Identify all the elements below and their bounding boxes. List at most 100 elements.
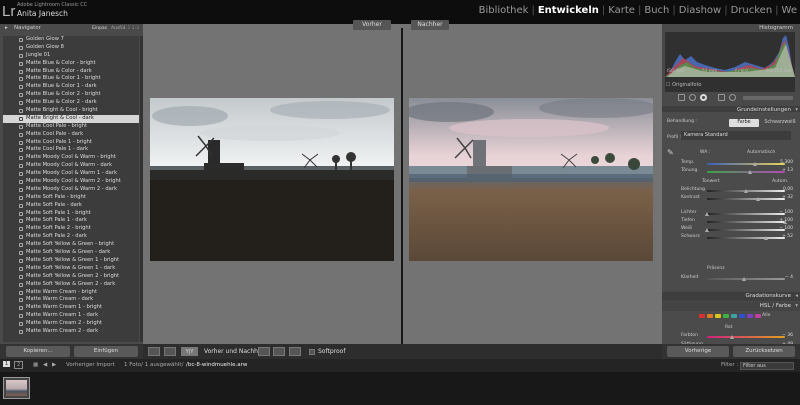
- adjustment-slider[interactable]: [707, 197, 785, 201]
- expand-triangle-icon[interactable]: ◂: [795, 292, 798, 301]
- original-photo-checkbox[interactable]: ☐ Originalfoto: [666, 82, 701, 88]
- color-swatch[interactable]: [699, 314, 705, 318]
- preset-item[interactable]: Matte Soft Pale 2 - bright: [3, 225, 139, 233]
- preset-item[interactable]: Matte Blue & Color 2 - bright: [3, 91, 139, 99]
- adjustment-slider[interactable]: [707, 335, 785, 339]
- preset-item[interactable]: Matte Warm Cream 2 - dark: [3, 328, 139, 336]
- copy-settings-button[interactable]: Kopieren...: [6, 346, 70, 357]
- treatment-color-option[interactable]: Farbe: [729, 119, 759, 127]
- preset-item[interactable]: Matte Soft Pale - dark: [3, 202, 139, 210]
- slider-knob[interactable]: [747, 170, 752, 174]
- tone-curve-header[interactable]: Gradationskurve ◂: [662, 292, 800, 301]
- slider-knob[interactable]: [705, 212, 709, 216]
- preset-item[interactable]: Matte Cool Pale 1 - bright: [3, 139, 139, 147]
- preset-item[interactable]: Matte Moody Cool & Warm 1 - dark: [3, 170, 139, 178]
- red-eye-tool-icon[interactable]: [700, 94, 707, 101]
- slider-value[interactable]: + 100: [779, 218, 793, 223]
- color-swatch[interactable]: [731, 314, 737, 318]
- copy-before-to-after-button[interactable]: [258, 347, 270, 356]
- loupe-view-button[interactable]: [148, 347, 160, 356]
- slider-knob[interactable]: [753, 162, 758, 166]
- preset-item[interactable]: Matte Soft Yellow & Green 1 - bright: [3, 257, 139, 265]
- preset-item[interactable]: Matte Moody Cool & Warm 2 - bright: [3, 178, 139, 186]
- preset-item[interactable]: Matte Blue & Color - dark: [3, 68, 139, 76]
- copy-after-to-before-button[interactable]: [273, 347, 285, 356]
- preset-item[interactable]: Matte Blue & Color 1 - bright: [3, 75, 139, 83]
- white-balance-dropdown[interactable]: Automatisch: [747, 150, 775, 155]
- profile-dropdown[interactable]: Kamera Standard: [681, 131, 791, 140]
- module-1[interactable]: Entwickeln: [535, 5, 602, 16]
- color-swatch[interactable]: [707, 314, 713, 318]
- preset-item[interactable]: Matte Soft Yellow & Green 2 - bright: [3, 273, 139, 281]
- preset-item[interactable]: Matte Warm Cream 1 - bright: [3, 304, 139, 312]
- preset-item[interactable]: Matte Soft Pale 1 - dark: [3, 217, 139, 225]
- softproof-checkbox[interactable]: [309, 349, 315, 355]
- preset-item[interactable]: Matte Soft Pale 1 - bright: [3, 210, 139, 218]
- slider-knob[interactable]: [705, 228, 709, 232]
- module-3[interactable]: Buch: [641, 5, 672, 16]
- preset-item[interactable]: Matte Moody Cool & Warm - dark: [3, 162, 139, 170]
- module-5[interactable]: Drucken: [728, 5, 776, 16]
- filmstrip-thumbnail[interactable]: [3, 377, 30, 399]
- adjustment-slider[interactable]: [707, 162, 785, 166]
- navigator-zoom-options[interactable]: Einpas Ausfül: [92, 24, 125, 33]
- preset-item[interactable]: Matte Warm Cream 2 - bright: [3, 320, 139, 328]
- treatment-bw-option[interactable]: Schwarzweiß: [762, 119, 798, 127]
- radial-filter-icon[interactable]: [729, 94, 736, 101]
- paste-settings-button[interactable]: Einfügen: [74, 346, 138, 357]
- preset-item[interactable]: Matte Blue & Color - bright: [3, 60, 139, 68]
- preset-item[interactable]: Matte Cool Pale - bright: [3, 123, 139, 131]
- color-swatch[interactable]: [755, 314, 761, 318]
- color-swatch[interactable]: [715, 314, 721, 318]
- slider-knob[interactable]: [764, 236, 769, 240]
- navigator-header[interactable]: ▸ Navigator Einpas Ausfül 1:1 1:3: [3, 24, 141, 33]
- hsl-all-option[interactable]: Alle: [762, 313, 770, 318]
- preset-item[interactable]: Golden Glow 7: [3, 36, 139, 44]
- slider-value[interactable]: + 52: [782, 234, 793, 239]
- preset-item[interactable]: Matte Soft Pale - bright: [3, 194, 139, 202]
- adjustment-slider[interactable]: [707, 277, 785, 281]
- module-2[interactable]: Karte: [605, 5, 638, 16]
- collapse-triangle-icon[interactable]: ▾: [795, 302, 798, 311]
- preset-item[interactable]: Matte Moody Cool & Warm - bright: [3, 154, 139, 162]
- forward-arrow-icon[interactable]: ▶: [52, 362, 56, 368]
- preset-item[interactable]: Matte Blue & Color 2 - dark: [3, 99, 139, 107]
- slider-knob[interactable]: [742, 277, 747, 281]
- adjustment-slider[interactable]: [707, 170, 785, 174]
- before-photo[interactable]: [150, 98, 394, 261]
- preset-item[interactable]: Matte Cool Pale 1 - dark: [3, 146, 139, 154]
- color-swatch[interactable]: [723, 314, 729, 318]
- import-source-label[interactable]: Vorheriger Import: [66, 362, 115, 368]
- expand-triangle-icon[interactable]: ▸: [5, 24, 8, 33]
- preset-item[interactable]: Matte Blue & Color 1 - dark: [3, 83, 139, 91]
- crop-view-button[interactable]: [164, 347, 176, 356]
- hsl-header[interactable]: HSL / Farbe ▾: [662, 302, 800, 311]
- slider-value[interactable]: − 4: [785, 275, 793, 280]
- adjustment-brush-slider[interactable]: [743, 96, 793, 100]
- color-swatch[interactable]: [739, 314, 745, 318]
- module-6[interactable]: We: [779, 5, 800, 16]
- slider-value[interactable]: − 36: [782, 333, 793, 338]
- crop-tool-icon[interactable]: [678, 94, 685, 101]
- zoom-fit-option[interactable]: Einpas: [92, 26, 107, 31]
- slider-value[interactable]: + 32: [782, 195, 793, 200]
- filter-dropdown[interactable]: Filter aus: [740, 362, 794, 370]
- zoom-ratio-options[interactable]: 1:1 1:3: [123, 24, 139, 33]
- module-4[interactable]: Diashow: [676, 5, 724, 16]
- previous-settings-button[interactable]: Vorherige: [667, 346, 729, 357]
- before-after-mode-button[interactable]: Y|Y: [181, 347, 198, 356]
- slider-value[interactable]: + 13: [782, 168, 793, 173]
- after-photo[interactable]: [409, 98, 653, 261]
- tonality-auto-button[interactable]: Autom.: [772, 179, 788, 184]
- swap-before-after-button[interactable]: [289, 347, 301, 356]
- slider-value[interactable]: 0,00: [783, 187, 793, 192]
- adjustment-slider[interactable]: [707, 236, 785, 240]
- slider-value[interactable]: − 100: [779, 210, 793, 215]
- adjustment-slider[interactable]: [707, 220, 787, 224]
- back-arrow-icon[interactable]: ◀: [43, 362, 47, 368]
- preset-item[interactable]: Matte Warm Cream - bright: [3, 289, 139, 297]
- color-swatch[interactable]: [747, 314, 753, 318]
- graduated-filter-icon[interactable]: [718, 94, 725, 101]
- preset-item[interactable]: Jungle 01: [3, 52, 139, 60]
- preset-item[interactable]: Matte Bright & Cool - dark: [3, 114, 139, 123]
